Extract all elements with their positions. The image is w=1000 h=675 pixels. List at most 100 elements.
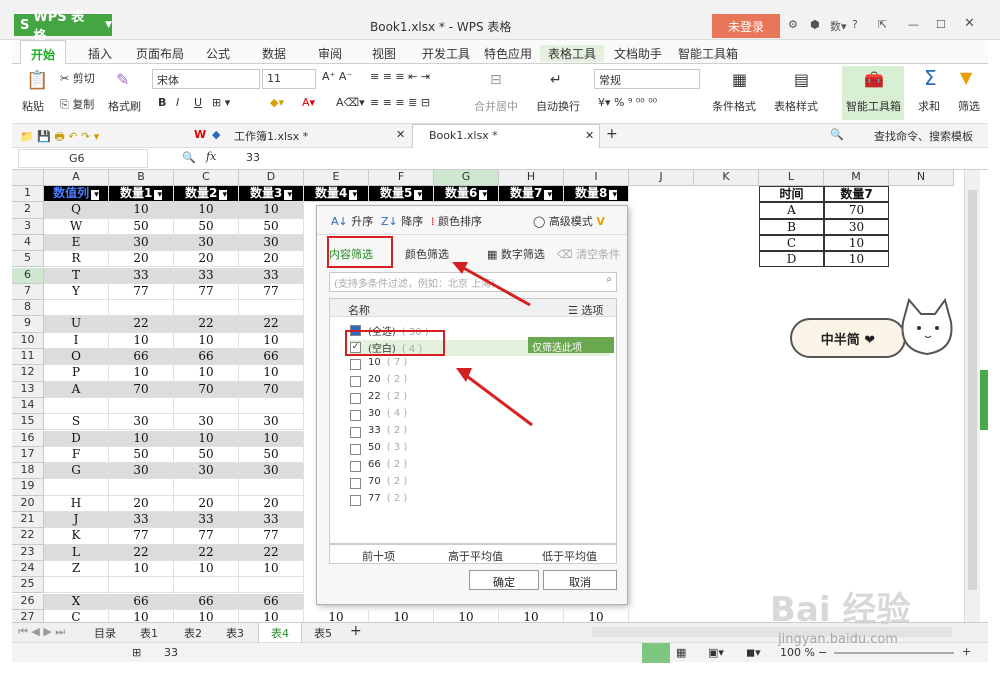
- filter-option[interactable]: 66 ( 2 ): [350, 459, 407, 475]
- table-cell[interactable]: W: [44, 218, 109, 235]
- below-average-button[interactable]: 低于平均值: [542, 548, 597, 564]
- sheet-tab-3[interactable]: 表3: [226, 625, 244, 641]
- filter-dropdown-icon[interactable]: ▾: [609, 190, 617, 200]
- table-cell[interactable]: 10: [239, 332, 304, 349]
- sheet-tab-1[interactable]: 表1: [140, 625, 158, 641]
- table-cell[interactable]: [44, 479, 109, 496]
- table-cell[interactable]: U: [44, 316, 109, 333]
- top10-button[interactable]: 前十项: [362, 548, 395, 564]
- cut-button[interactable]: ✂ 剪切: [60, 70, 95, 86]
- row-header[interactable]: 8: [12, 300, 44, 317]
- table-cell[interactable]: K: [44, 528, 109, 545]
- row-header[interactable]: 1: [12, 186, 44, 203]
- align-left-icon[interactable]: ≡ ≡ ≡ ≣ ⊟: [370, 96, 430, 109]
- clear-format-icon[interactable]: A⌫▾: [336, 96, 365, 109]
- table-cell[interactable]: 70: [239, 381, 304, 398]
- table-cell[interactable]: 10: [109, 332, 174, 349]
- filter-dropdown-icon[interactable]: ▾: [284, 190, 292, 200]
- column-header[interactable]: K: [694, 170, 759, 186]
- filter-option[interactable]: 50 ( 3 ): [350, 442, 407, 458]
- table-cell[interactable]: 30: [239, 463, 304, 480]
- table-cell[interactable]: 30: [239, 234, 304, 252]
- row-header[interactable]: 25: [12, 577, 44, 594]
- row-header[interactable]: 11: [12, 349, 44, 366]
- table-cell[interactable]: 22: [239, 544, 304, 561]
- table-cell[interactable]: 30: [109, 234, 174, 252]
- skin-icon[interactable]: ⚙: [788, 18, 798, 31]
- wrap-text-button[interactable]: 自动换行: [536, 98, 580, 114]
- column-header[interactable]: I: [564, 170, 629, 186]
- zoom-out-icon[interactable]: −: [818, 646, 827, 659]
- sort-asc-button[interactable]: A↓ 升序: [331, 213, 373, 229]
- table-cell[interactable]: L: [44, 544, 109, 561]
- table-cell[interactable]: [109, 479, 174, 496]
- table-cell[interactable]: O: [44, 349, 109, 366]
- table-cell[interactable]: S: [44, 414, 109, 431]
- table-cell[interactable]: [239, 479, 304, 496]
- table-cell[interactable]: 10: [239, 609, 304, 622]
- new-tab-icon[interactable]: +: [606, 126, 618, 142]
- table-cell[interactable]: H: [44, 495, 109, 512]
- checkbox[interactable]: [350, 376, 361, 387]
- filter-dropdown-icon[interactable]: ▾: [91, 190, 99, 200]
- table-cell[interactable]: 33: [239, 267, 304, 284]
- table-cell[interactable]: [44, 577, 109, 594]
- table-cell[interactable]: 30: [174, 463, 239, 480]
- table-cell[interactable]: 33: [174, 512, 239, 529]
- checkbox[interactable]: [350, 359, 361, 370]
- table-cell[interactable]: Z: [44, 560, 109, 578]
- settings-icon[interactable]: ⬢: [810, 18, 820, 31]
- row-header[interactable]: 13: [12, 381, 44, 398]
- filter-dropdown-icon[interactable]: ▾: [544, 190, 552, 200]
- table-cell[interactable]: A: [44, 381, 109, 398]
- row-header[interactable]: 19: [12, 479, 44, 496]
- header-cell[interactable]: 数量4 ▾: [304, 186, 369, 203]
- table-cell[interactable]: F: [44, 446, 109, 464]
- close-icon[interactable]: ✕: [585, 129, 594, 142]
- font-color-icon[interactable]: A▾: [302, 96, 315, 109]
- currency-icon[interactable]: ¥▾ % ⁹ ⁰⁰ ⁰⁰: [598, 96, 657, 109]
- table-cell[interactable]: 66: [109, 593, 174, 610]
- side-table-header[interactable]: 时间: [759, 186, 824, 203]
- table-cell[interactable]: 33: [239, 512, 304, 529]
- table-cell[interactable]: C: [44, 609, 109, 622]
- restore-icon[interactable]: ⇱: [878, 18, 887, 31]
- side-table-cell[interactable]: D: [759, 251, 824, 268]
- checkbox[interactable]: [350, 393, 361, 404]
- row-header[interactable]: 18: [12, 463, 44, 480]
- doc-tab-book1[interactable]: Book1.xlsx * ✕: [412, 124, 600, 148]
- table-cell[interactable]: 10: [239, 365, 304, 382]
- brush-icon[interactable]: ✎: [116, 70, 129, 89]
- underline-icon[interactable]: U: [194, 96, 202, 109]
- name-box[interactable]: G6: [18, 149, 148, 168]
- row-header[interactable]: 5: [12, 251, 44, 268]
- zoom-formula-icon[interactable]: 🔍: [182, 151, 196, 164]
- table-cell[interactable]: 10: [239, 202, 304, 219]
- sort-desc-button[interactable]: Z↓ 降序: [381, 213, 423, 229]
- filter-dropdown-icon[interactable]: ▾: [414, 190, 422, 200]
- row-header[interactable]: 22: [12, 528, 44, 545]
- table-cell[interactable]: 50: [109, 218, 174, 235]
- table-cell[interactable]: 10: [174, 365, 239, 382]
- table-cell[interactable]: [239, 577, 304, 594]
- table-cell[interactable]: 66: [109, 349, 174, 366]
- table-cell[interactable]: 22: [174, 544, 239, 561]
- table-cell[interactable]: 10: [304, 609, 369, 622]
- table-cell[interactable]: 50: [174, 446, 239, 464]
- header-cell[interactable]: 数量2 ▾: [174, 186, 239, 203]
- table-cell[interactable]: 20: [109, 251, 174, 268]
- table-cell[interactable]: 33: [109, 267, 174, 284]
- table-cell[interactable]: 66: [174, 349, 239, 366]
- table-cell[interactable]: I: [44, 332, 109, 349]
- table-cell[interactable]: 50: [239, 218, 304, 235]
- open-folder-icon[interactable]: 📁 💾 🖶 ↶ ↷ ▾: [20, 128, 99, 147]
- tab-table-tools[interactable]: 表格工具: [540, 45, 605, 62]
- column-header[interactable]: J: [629, 170, 694, 186]
- table-cell[interactable]: 30: [174, 414, 239, 431]
- row-header[interactable]: 27: [12, 609, 44, 622]
- table-cell[interactable]: 20: [239, 251, 304, 268]
- ok-button[interactable]: 确定: [469, 570, 539, 590]
- checkbox[interactable]: [350, 461, 361, 472]
- font-name-select[interactable]: 宋体: [152, 69, 260, 89]
- column-header[interactable]: B: [109, 170, 174, 186]
